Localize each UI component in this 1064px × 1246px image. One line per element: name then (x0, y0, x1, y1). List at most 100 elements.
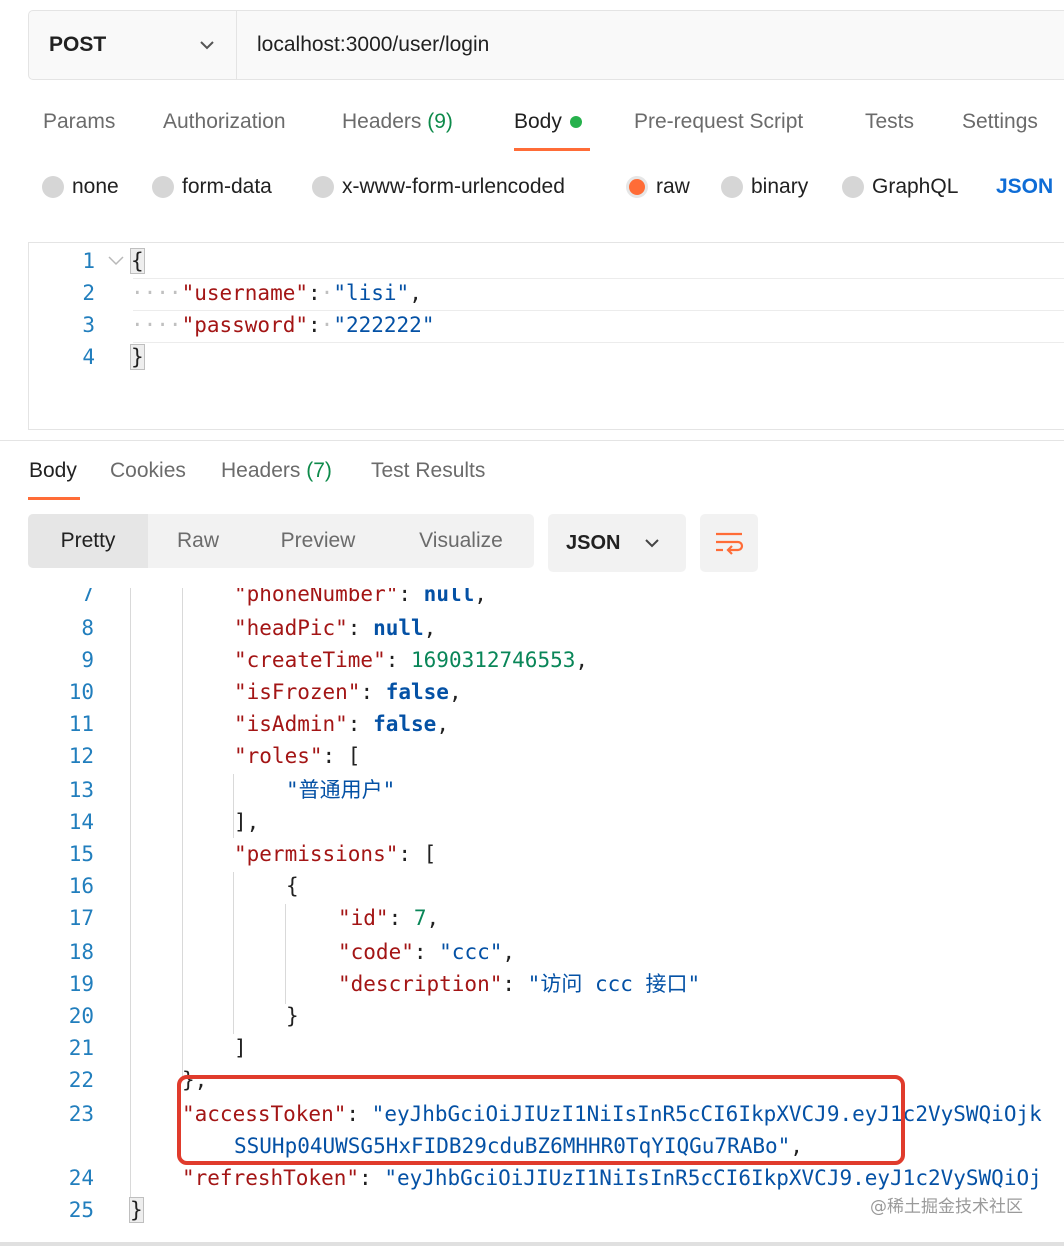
line-separator (133, 342, 1064, 343)
code-line-2: ····"username":·"lisi", (131, 281, 422, 305)
response-format-select[interactable]: JSON (548, 514, 686, 572)
tab-label: Headers (342, 110, 422, 133)
body-type-radios: none form-data x-www-form-urlencoded raw… (0, 165, 1064, 213)
line-number: 13 (68, 778, 94, 802)
json-boolean: false (373, 712, 437, 736)
radio-dot-icon (152, 176, 174, 198)
body-format-select[interactable]: JSON (996, 175, 1053, 199)
method-select[interactable]: POST (29, 11, 237, 79)
code-line: "code": "ccc", (338, 940, 516, 964)
tab-label: Params (43, 110, 116, 133)
json-key: "isFrozen" (234, 680, 361, 704)
radio-label: binary (751, 175, 809, 198)
json-key: "isAdmin" (234, 712, 348, 736)
radio-binary[interactable]: binary (721, 175, 808, 199)
indent-guide (130, 588, 131, 1208)
tab-params[interactable]: Params (43, 110, 115, 134)
code-line-1: { (130, 248, 145, 274)
response-tab-body[interactable]: Body (29, 459, 77, 483)
line-number: 1 (82, 249, 95, 273)
line-number: 12 (68, 744, 94, 768)
json-key: "headPic" (234, 616, 348, 640)
tab-tests[interactable]: Tests (865, 110, 914, 134)
line-number: 14 (68, 810, 94, 834)
request-url-bar: POST localhost:3000/user/login (28, 10, 1064, 80)
tab-pre-request-script[interactable]: Pre-request Script (634, 110, 803, 134)
line-number: 4 (82, 345, 95, 369)
json-key: "roles" (234, 744, 323, 768)
request-tabs: Params Authorization Headers (9) Body Pr… (0, 100, 1064, 150)
code-line-3: ····"password":·"222222" (131, 313, 435, 337)
view-visualize-button[interactable]: Visualize (406, 514, 516, 568)
json-value: "222222" (333, 313, 435, 337)
json-key: "description" (338, 972, 503, 996)
code-line: "description": "访问 ccc 接口" (338, 972, 701, 996)
view-pretty-button[interactable]: Pretty (28, 514, 148, 568)
indent-guide (233, 872, 234, 1034)
tab-body[interactable]: Body (514, 110, 582, 134)
line-number: 18 (68, 940, 94, 964)
line-number: 20 (68, 1004, 94, 1028)
line-number: 21 (68, 1036, 94, 1060)
json-string: "访问 ccc 接口" (527, 972, 701, 996)
code-line: "headPic": null, (234, 616, 437, 640)
radio-label: form-data (182, 175, 272, 198)
view-preview-button[interactable]: Preview (268, 514, 368, 568)
radio-label: raw (656, 175, 690, 198)
json-key: "code" (338, 940, 414, 964)
code-line-4: } (130, 344, 145, 370)
json-value: "lisi" (333, 281, 410, 305)
line-number: 16 (68, 874, 94, 898)
code-line: "phoneNumber": null, (234, 588, 487, 610)
fold-chevron-icon[interactable] (107, 255, 125, 267)
line-number: 24 (68, 1166, 94, 1190)
code-line: } (286, 1004, 299, 1028)
response-tabs: Body Cookies Headers (7) Test Results (0, 455, 1064, 505)
radio-graphql[interactable]: GraphQL (842, 175, 958, 199)
access-token-highlight-box (177, 1075, 905, 1165)
radio-form-data[interactable]: form-data (152, 175, 272, 199)
code-line: } (129, 1197, 144, 1223)
request-body-editor[interactable]: 1 2 3 4 { ····"username":·"lisi", ····"p… (28, 242, 1064, 430)
tab-label: Tests (865, 110, 915, 133)
tab-label: Pre-request Script (634, 110, 804, 133)
radio-raw[interactable]: raw (626, 175, 690, 199)
radio-x-www-form-urlencoded[interactable]: x-www-form-urlencoded (312, 175, 565, 199)
line-number: 9 (81, 648, 94, 672)
response-tab-headers[interactable]: Headers (7) (221, 459, 332, 483)
radio-dot-icon (842, 176, 864, 198)
line-number: 11 (68, 712, 94, 736)
tab-settings[interactable]: Settings (962, 110, 1038, 134)
chevron-down-icon (200, 41, 214, 50)
json-string: "eyJhbGciOiJIUzI1NiIsInR5cCI6IkpXVCJ9.ey… (384, 1166, 1042, 1190)
code-line: "roles": [ (234, 744, 361, 768)
wrap-lines-button[interactable] (700, 514, 758, 572)
code-line: ] (234, 1036, 247, 1060)
line-number: 15 (68, 842, 94, 866)
json-key: "createTime" (234, 648, 386, 672)
line-number: 8 (81, 616, 94, 640)
json-null: null (423, 588, 475, 606)
json-null: null (373, 616, 424, 640)
response-tab-test-results[interactable]: Test Results (371, 459, 485, 483)
bottom-divider (0, 1242, 1064, 1246)
code-line: "id": 7, (338, 906, 440, 930)
url-input[interactable]: localhost:3000/user/login (257, 11, 489, 79)
indent-guide (285, 904, 286, 1004)
tab-authorization[interactable]: Authorization (163, 110, 286, 134)
json-boolean: false (385, 680, 449, 704)
line-number: 22 (68, 1068, 94, 1092)
line-number: 2 (82, 281, 95, 305)
view-raw-button[interactable]: Raw (158, 514, 238, 568)
line-number: 25 (68, 1198, 94, 1222)
tab-headers[interactable]: Headers (9) (342, 110, 453, 134)
headers-count: (9) (427, 110, 453, 133)
line-number: 7 (81, 588, 94, 606)
line-number: 19 (68, 972, 94, 996)
response-tab-cookies[interactable]: Cookies (110, 459, 186, 483)
chevron-down-icon (645, 539, 659, 548)
radio-dot-icon (721, 176, 743, 198)
radio-none[interactable]: none (42, 175, 119, 199)
line-number: 3 (82, 313, 95, 337)
line-number: 10 (68, 680, 94, 704)
